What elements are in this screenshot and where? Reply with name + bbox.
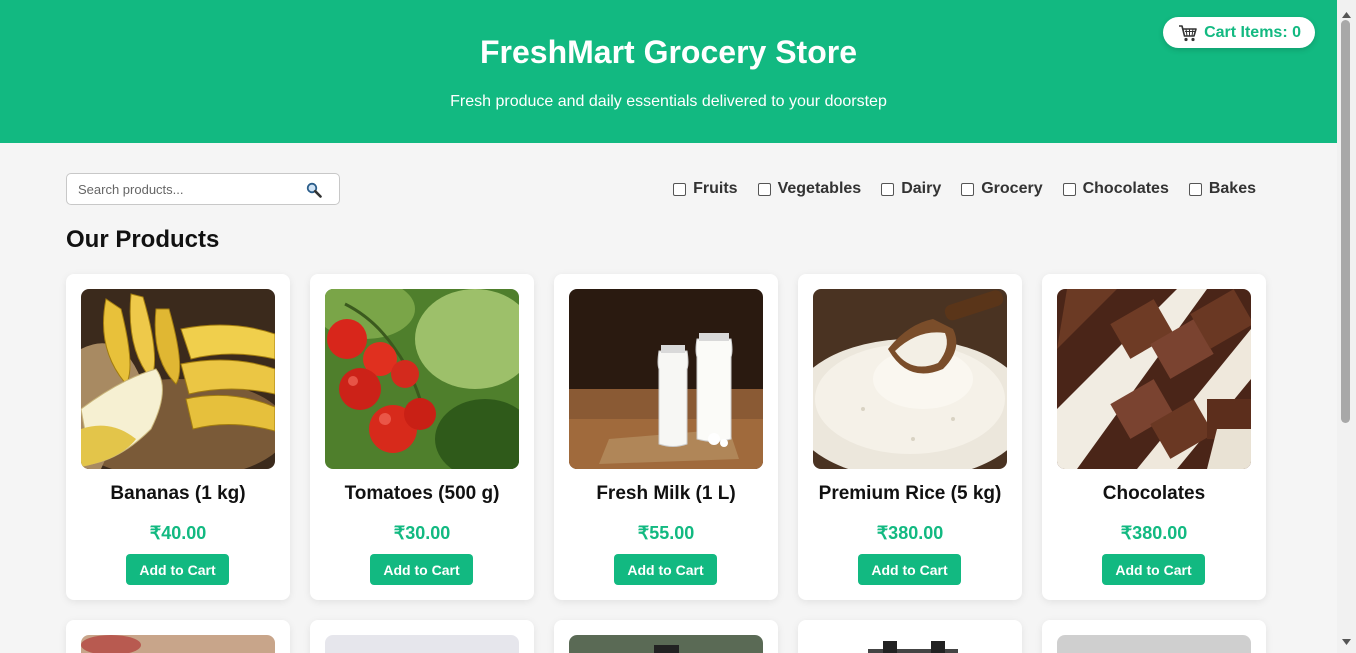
product-price: ₹380.00 — [1120, 523, 1188, 543]
store-title: FreshMart Grocery Store — [479, 34, 857, 70]
cart-button[interactable]: Cart Items: 0 — [1163, 17, 1315, 48]
vegetables-checkbox[interactable] — [757, 182, 771, 196]
filter-label: Dairy — [901, 180, 942, 197]
filter-chocolates[interactable]: Chocolates — [1062, 180, 1169, 198]
rice-image — [813, 289, 1007, 469]
product-price: ₹40.00 — [149, 523, 207, 543]
product-card — [1042, 620, 1266, 653]
product-card — [554, 620, 778, 653]
search-box — [66, 173, 340, 205]
add-to-cart-button[interactable]: Add to Cart — [1102, 554, 1205, 585]
product-card — [310, 620, 534, 653]
filter-label: Fruits — [693, 180, 738, 197]
product-name: Fresh Milk (1 L) — [596, 483, 736, 504]
product-image — [325, 635, 519, 653]
product-image — [81, 635, 275, 653]
cart-icon — [1178, 24, 1198, 42]
product-card: Bananas (1 kg) ₹40.00 Add to Cart — [66, 274, 290, 600]
grocery-checkbox[interactable] — [961, 182, 975, 196]
product-card — [66, 620, 290, 653]
search-input[interactable] — [67, 174, 313, 204]
product-name: Bananas (1 kg) — [110, 483, 246, 504]
vertical-scrollbar[interactable] — [1337, 0, 1356, 653]
fruits-checkbox[interactable] — [673, 182, 687, 196]
product-price: ₹380.00 — [876, 523, 944, 543]
filter-label: Grocery — [981, 180, 1043, 197]
product-image — [813, 635, 1007, 653]
product-image — [569, 635, 763, 653]
product-image — [1057, 635, 1251, 653]
tomatoes-image — [325, 289, 519, 469]
bakes-checkbox[interactable] — [1188, 182, 1202, 196]
milk-image — [569, 289, 763, 469]
filter-vegetables[interactable]: Vegetables — [757, 180, 862, 198]
section-title: Our Products — [66, 226, 220, 253]
product-card: Fresh Milk (1 L) ₹55.00 Add to Cart — [554, 274, 778, 600]
scrollbar-thumb[interactable] — [1341, 20, 1350, 423]
filter-label: Chocolates — [1082, 180, 1169, 197]
add-to-cart-button[interactable]: Add to Cart — [370, 554, 473, 585]
filter-label: Bakes — [1208, 180, 1256, 197]
filter-fruits[interactable]: Fruits — [673, 180, 738, 198]
add-to-cart-button[interactable]: Add to Cart — [614, 554, 717, 585]
filter-label: Vegetables — [777, 180, 862, 197]
header: FreshMart Grocery Store Fresh produce an… — [0, 0, 1337, 143]
product-card: Chocolates ₹380.00 Add to Cart — [1042, 274, 1266, 600]
chocolate-image — [1057, 289, 1251, 469]
magnifier-icon[interactable] — [306, 182, 322, 203]
product-name: Premium Rice (5 kg) — [818, 483, 1002, 504]
scroll-down-arrow-icon[interactable] — [1342, 632, 1351, 650]
add-to-cart-button[interactable]: Add to Cart — [126, 554, 229, 585]
store-subtitle: Fresh produce and daily essentials deliv… — [450, 93, 887, 110]
cart-label: Cart Items: 0 — [1204, 23, 1301, 41]
dairy-checkbox[interactable] — [881, 182, 895, 196]
product-card — [798, 620, 1022, 653]
product-price: ₹55.00 — [637, 523, 695, 543]
product-card: Premium Rice (5 kg) ₹380.00 Add to Cart — [798, 274, 1022, 600]
bananas-image — [81, 289, 275, 469]
chocolates-checkbox[interactable] — [1062, 182, 1076, 196]
add-to-cart-button[interactable]: Add to Cart — [858, 554, 961, 585]
filter-grocery[interactable]: Grocery — [961, 180, 1043, 198]
product-price: ₹30.00 — [393, 523, 451, 543]
filter-bakes[interactable]: Bakes — [1188, 180, 1256, 198]
product-card: Tomatoes (500 g) ₹30.00 Add to Cart — [310, 274, 534, 600]
product-name: Chocolates — [1102, 483, 1206, 504]
category-filters: Fruits Vegetables Dairy Grocery Chocolat… — [673, 180, 1256, 198]
product-name: Tomatoes (500 g) — [344, 483, 500, 504]
filter-dairy[interactable]: Dairy — [881, 180, 941, 198]
page: FreshMart Grocery Store Fresh produce an… — [0, 0, 1337, 653]
